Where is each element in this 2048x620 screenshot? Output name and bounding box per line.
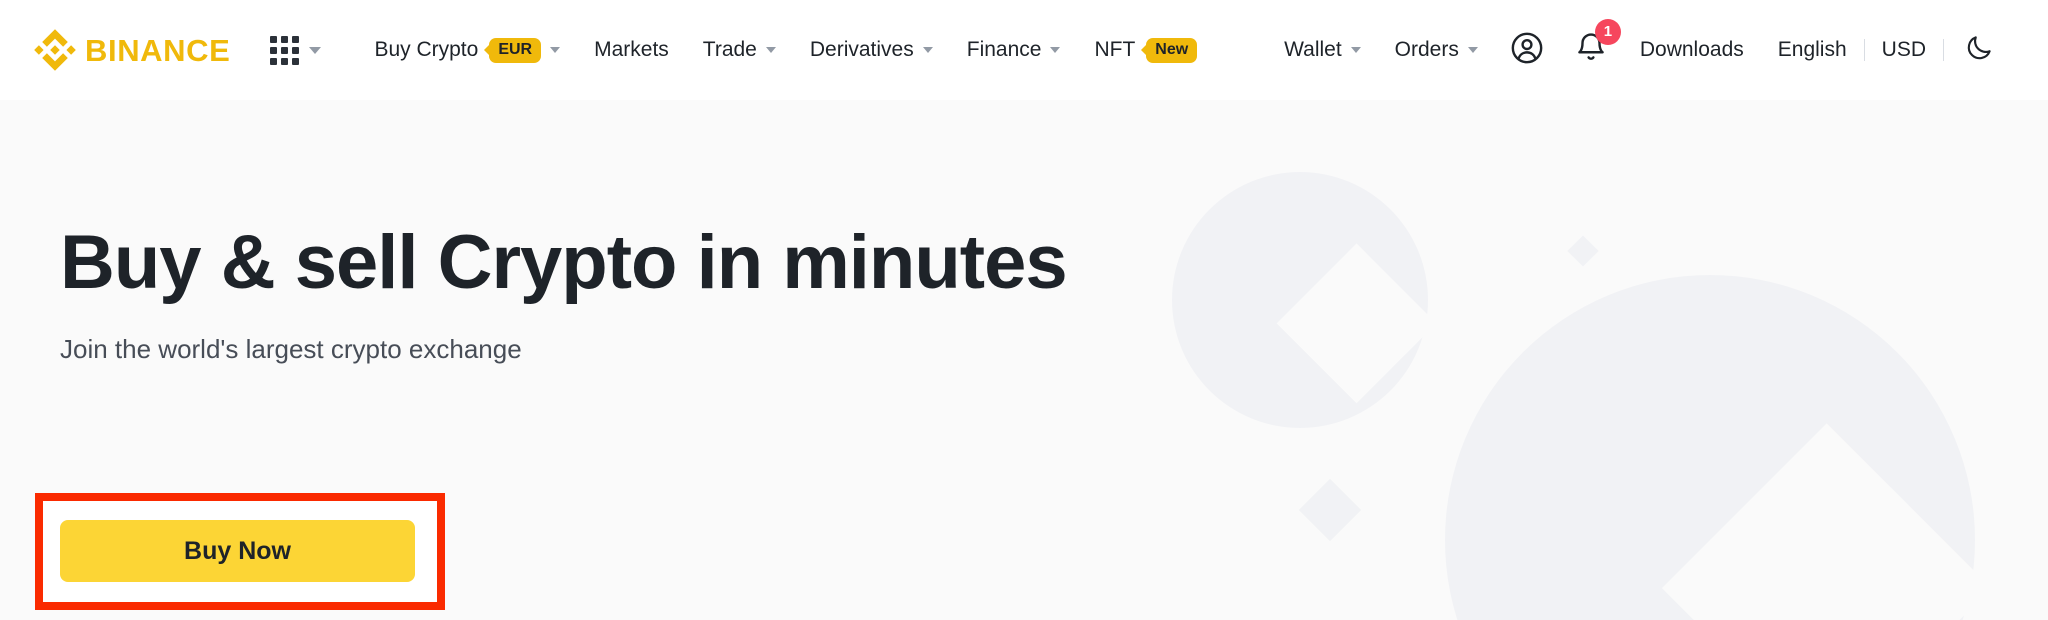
currency-badge-eur: EUR [489, 37, 542, 63]
header-left-group: BINANCE Buy Crypto EUR Markets Trade Der… [0, 0, 1214, 100]
hero-subtitle: Join the world's largest crypto exchange [60, 334, 522, 364]
binance-logo-text: BINANCE [85, 32, 231, 68]
nav-item-orders[interactable]: Orders [1378, 0, 1495, 100]
hero-section: Buy & sell Crypto in minutes Join the wo… [0, 100, 2048, 620]
nav-label-derivatives: Derivatives [809, 38, 914, 61]
binance-logo[interactable]: BINANCE [34, 29, 230, 71]
nav-item-markets[interactable]: Markets [577, 38, 686, 62]
buy-now-button[interactable]: Buy Now [60, 520, 415, 582]
main-navigation: Buy Crypto EUR Markets Trade Derivatives… [357, 37, 1214, 63]
nav-item-derivatives[interactable]: Derivatives [793, 38, 950, 62]
nav-label-buy-crypto: Buy Crypto [374, 38, 479, 61]
nav-item-downloads[interactable]: Downloads [1623, 38, 1761, 62]
nav-item-buy-crypto[interactable]: Buy Crypto EUR [357, 37, 577, 63]
nav-label-finance: Finance [966, 38, 1042, 61]
nav-label-markets: Markets [594, 38, 669, 61]
nav-item-finance[interactable]: Finance [950, 38, 1078, 62]
notifications-button[interactable]: 1 [1559, 18, 1623, 70]
nav-label-wallet: Wallet [1284, 38, 1342, 61]
apps-menu-button[interactable] [270, 35, 322, 65]
nav-label-nft: NFT [1094, 38, 1136, 61]
currency-selector[interactable]: USD [1865, 38, 1943, 62]
binance-logo-icon [34, 29, 76, 71]
page-title: Buy & sell Crypto in minutes [60, 220, 1068, 305]
chevron-down-icon [1467, 47, 1478, 53]
chevron-down-icon [309, 46, 322, 54]
grid-apps-icon [270, 35, 300, 65]
nav-label-trade: Trade [702, 38, 757, 61]
nav-item-nft[interactable]: NFT New [1077, 37, 1214, 63]
nav-item-wallet[interactable]: Wallet [1267, 0, 1378, 100]
chevron-down-icon [922, 47, 933, 53]
chevron-down-icon [1050, 47, 1061, 53]
site-header: BINANCE Buy Crypto EUR Markets Trade Der… [0, 0, 2048, 100]
language-selector[interactable]: English [1761, 38, 1864, 62]
hero-content: Buy & sell Crypto in minutes Join the wo… [60, 100, 1068, 365]
chevron-down-icon [550, 47, 561, 53]
nav-item-trade[interactable]: Trade [686, 38, 793, 62]
notification-count-badge: 1 [1594, 18, 1621, 45]
chevron-down-icon [765, 47, 776, 53]
new-badge: New [1146, 37, 1198, 63]
theme-toggle-button[interactable] [1944, 33, 2012, 68]
profile-button[interactable] [1495, 31, 1559, 70]
nav-label-orders: Orders [1394, 38, 1459, 61]
header-right-group: Wallet Orders 1 Downloads English USD [1267, 0, 2048, 100]
moon-dark-mode-icon [1964, 33, 1994, 68]
user-profile-icon [1510, 31, 1544, 70]
chevron-down-icon [1350, 47, 1361, 53]
